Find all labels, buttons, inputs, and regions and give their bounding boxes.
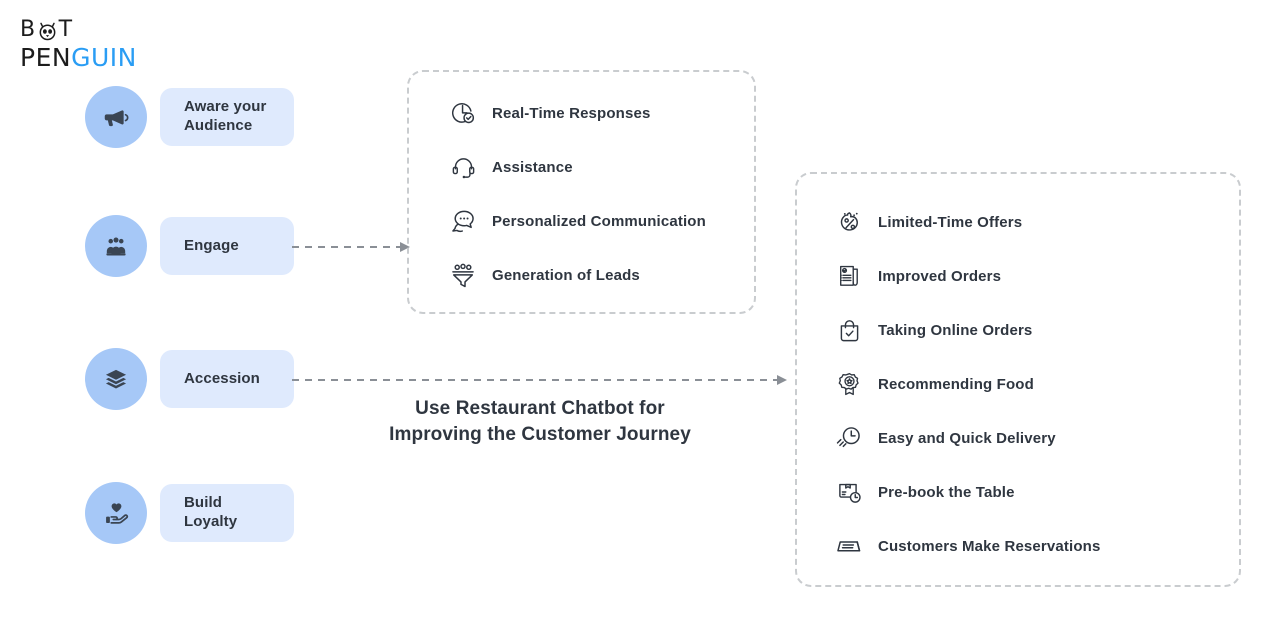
headset-icon <box>448 152 478 182</box>
order-document-icon <box>834 261 864 291</box>
list-item[interactable]: Taking Online Orders <box>834 315 1239 345</box>
list-item[interactable]: Customers Make Reservations <box>834 531 1239 561</box>
list-item-label: Assistance <box>492 158 573 176</box>
stage-pill-engage[interactable]: Engage <box>160 217 294 275</box>
middle-benefits-list: Real-Time Responses Assistance Personali… <box>409 72 754 290</box>
list-item-label: Personalized Communication <box>492 212 706 230</box>
stage-build-loyalty[interactable]: Build Loyalty <box>85 482 294 544</box>
right-benefits-panel: Limited-Time Offers Improved Orders Taki… <box>795 172 1241 587</box>
logo-line-top: B T <box>20 18 190 42</box>
audience-group-icon <box>85 215 147 277</box>
logo-text-t: T <box>58 17 73 42</box>
stage-pill-build-loyalty[interactable]: Build Loyalty <box>160 484 294 542</box>
stage-label: Build Loyalty <box>184 494 238 530</box>
chat-bubbles-icon <box>448 206 478 236</box>
badge-star-icon <box>834 369 864 399</box>
list-item-label: Pre-book the Table <box>878 483 1015 501</box>
list-item[interactable]: Limited-Time Offers <box>834 207 1239 237</box>
connector-accession-to-right <box>292 375 787 385</box>
stage-accession[interactable]: Accession <box>85 348 294 410</box>
list-item-label: Improved Orders <box>878 267 1002 285</box>
logo-text-guin: GUIN <box>71 42 137 72</box>
logo-text-b: B <box>20 17 36 42</box>
layers-stack-icon <box>85 348 147 410</box>
logo-text-pen: PEN <box>20 42 72 72</box>
megaphone-icon <box>85 86 147 148</box>
list-item[interactable]: Personalized Communication <box>448 206 754 236</box>
stage-pill-accession[interactable]: Accession <box>160 350 294 408</box>
stage-label: Engage <box>184 236 239 254</box>
list-item-label: Recommending Food <box>878 375 1034 393</box>
discount-percent-icon <box>834 207 864 237</box>
list-item-label: Taking Online Orders <box>878 321 1033 339</box>
list-item[interactable]: Pre-book the Table <box>834 477 1239 507</box>
shopping-bag-check-icon <box>834 315 864 345</box>
stage-engage[interactable]: Engage <box>85 215 294 277</box>
penguin-icon <box>37 21 58 42</box>
fast-clock-icon <box>834 423 864 453</box>
logo-line-bottom: PEN GUIN <box>20 44 190 70</box>
stage-aware-your-audience[interactable]: Aware your Audience <box>85 86 294 148</box>
funnel-leads-icon <box>448 260 478 290</box>
list-item[interactable]: Assistance <box>448 152 754 182</box>
list-item[interactable]: Easy and Quick Delivery <box>834 423 1239 453</box>
heart-in-hand-icon <box>85 482 147 544</box>
list-item[interactable]: Recommending Food <box>834 369 1239 399</box>
clock-check-icon <box>448 98 478 128</box>
connector-engage-to-middle <box>292 242 410 252</box>
middle-benefits-panel: Real-Time Responses Assistance Personali… <box>407 70 756 314</box>
stage-label: Aware your Audience <box>184 98 267 134</box>
list-item-label: Limited-Time Offers <box>878 213 1023 231</box>
right-benefits-list: Limited-Time Offers Improved Orders Taki… <box>797 174 1239 561</box>
list-item-label: Generation of Leads <box>492 266 640 284</box>
stage-pill-aware-your-audience[interactable]: Aware your Audience <box>160 88 294 146</box>
list-item[interactable]: Real-Time Responses <box>448 98 754 128</box>
brand-logo: B T PEN GUIN <box>20 18 190 70</box>
stage-label: Accession <box>184 369 260 387</box>
list-item[interactable]: Generation of Leads <box>448 260 754 290</box>
page-title: Use Restaurant Chatbot for Improving the… <box>389 398 691 445</box>
reservation-card-icon <box>834 531 864 561</box>
box-clock-icon <box>834 477 864 507</box>
list-item[interactable]: Improved Orders <box>834 261 1239 291</box>
list-item-label: Customers Make Reservations <box>878 537 1101 555</box>
list-item-label: Easy and Quick Delivery <box>878 429 1056 447</box>
list-item-label: Real-Time Responses <box>492 104 651 122</box>
